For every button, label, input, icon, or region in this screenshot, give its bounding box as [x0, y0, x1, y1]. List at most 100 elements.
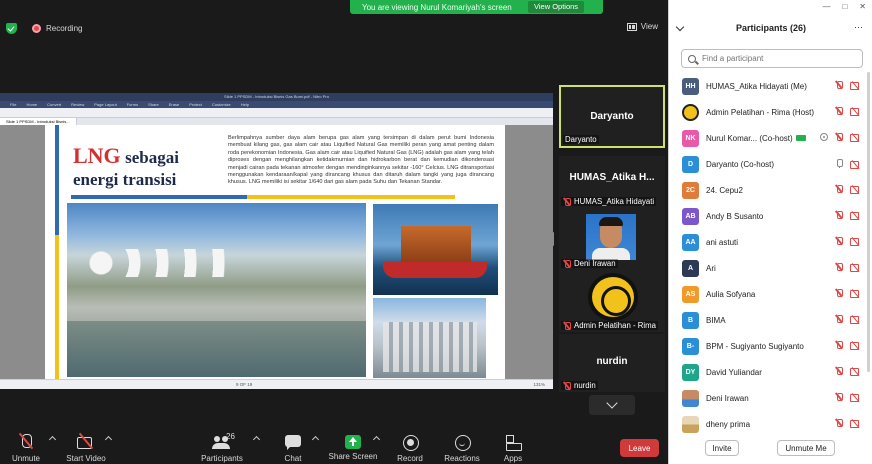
tile-label: Deni Irawan: [561, 259, 618, 268]
video-tile-humas[interactable]: HUMAS_Atika H... HUMAS_Atika Hidayati: [559, 156, 665, 208]
participant-status: [835, 211, 861, 220]
ship-hull: [383, 262, 487, 278]
apps-button[interactable]: Apps: [483, 433, 543, 463]
close-icon[interactable]: ✕: [859, 2, 866, 11]
participants-button[interactable]: 26 Participants: [192, 432, 252, 463]
participant-row[interactable]: Deni Irawan: [669, 385, 872, 411]
panel-footer: Invite Unmute Me: [669, 438, 872, 460]
participant-row[interactable]: AS Aulia Sofyana: [669, 281, 872, 307]
participant-name-text: BIMA: [706, 315, 726, 325]
organization-logo-icon: [588, 273, 638, 321]
video-off-icon: [850, 367, 861, 376]
participant-row[interactable]: DY David Yuliandar: [669, 359, 872, 385]
panel-resize-handle[interactable]: [551, 232, 554, 246]
recording-dot-icon: [32, 23, 41, 33]
video-off-icon: [850, 107, 861, 116]
participant-row[interactable]: Admin Pelatihan - Rima (Host): [669, 99, 872, 125]
participant-row[interactable]: NK Nurul Komar... (Co-host): [669, 125, 872, 151]
mic-muted-icon: [835, 133, 843, 141]
participant-row[interactable]: AA ani astuti: [669, 229, 872, 255]
document-tab: Slide 1 PPSDM - Introduksi Bisnis...: [0, 118, 77, 125]
participant-row[interactable]: AB Andy B Susanto: [669, 203, 872, 229]
participant-status: [835, 107, 861, 116]
participant-row[interactable]: A Ari: [669, 255, 872, 281]
menu-item: File: [10, 102, 17, 107]
slide-blue-rule: [71, 195, 247, 199]
unmute-me-button[interactable]: Unmute Me: [777, 440, 835, 456]
participant-name: Andy B Susanto: [706, 212, 763, 221]
participant-search[interactable]: [681, 49, 863, 68]
view-button[interactable]: View: [626, 22, 658, 31]
video-tile-nurdin[interactable]: nurdin nurdin: [559, 334, 665, 392]
search-icon: [688, 54, 696, 63]
menu-item: Protect: [189, 102, 202, 107]
participant-name-text: Daryanto (Co-host): [706, 159, 775, 169]
participant-name-text: BPM - Sugiyanto Sugiyanto: [706, 341, 804, 351]
menu-item: Erase: [168, 102, 180, 107]
security-shield-icon[interactable]: [6, 22, 17, 34]
mic-muted-icon: [835, 263, 843, 271]
participant-row[interactable]: B- BPM - Sugiyanto Sugiyanto: [669, 333, 872, 359]
leave-button[interactable]: Leave: [620, 439, 659, 457]
participant-name-text: Andy B Susanto: [706, 211, 764, 221]
mic-muted-icon: [835, 81, 843, 89]
invite-button[interactable]: Invite: [705, 440, 739, 456]
participant-status: [835, 263, 861, 272]
slide-yellow-bar: [55, 235, 59, 379]
participant-row[interactable]: B BIMA: [669, 307, 872, 333]
unmute-button[interactable]: Unmute: [0, 433, 56, 463]
participant-status: [835, 367, 861, 376]
search-input[interactable]: [702, 54, 852, 63]
participant-row[interactable]: D Daryanto (Co-host): [669, 151, 872, 177]
participant-status: [835, 159, 861, 169]
record-button[interactable]: Record: [380, 433, 440, 463]
video-off-icon: [850, 160, 861, 169]
participant-row[interactable]: 2C 24. Cepu2: [669, 177, 872, 203]
participant-row[interactable]: dheny prima: [669, 411, 872, 437]
participant-row[interactable]: HH HUMAS_Atika Hidayati (Me): [669, 73, 872, 99]
menu-item: Help: [240, 102, 250, 107]
tile-label: Daryanto: [563, 135, 599, 144]
harbor-water: [67, 321, 366, 377]
page-indicator: 9 OF 19: [236, 382, 253, 387]
avatar: B: [682, 311, 699, 329]
mic-muted-icon: [835, 289, 843, 297]
gallery-scroll-down-button[interactable]: [589, 395, 635, 415]
tile-label: nurdin: [561, 381, 598, 390]
unmute-label: Unmute: [11, 454, 40, 463]
viewing-banner-text: You are viewing Nurul Komariyah's screen: [362, 2, 512, 12]
participant-name-text: Admin Pelatihan - Rima (Host): [706, 107, 815, 117]
participant-status: [835, 185, 861, 194]
video-tile-admin[interactable]: Admin Pelatihan - Rima: [559, 270, 665, 332]
mic-muted-icon: [835, 367, 843, 375]
avatar: 2C: [682, 181, 699, 199]
chat-icon: [283, 433, 303, 451]
video-off-icon: [850, 419, 861, 428]
video-tile-deni[interactable]: Deni Irawan: [559, 208, 665, 270]
minimize-icon[interactable]: —: [822, 2, 830, 11]
slide-title-lng: LNG: [73, 143, 121, 168]
view-options-button[interactable]: View Options: [528, 1, 585, 13]
reactions-icon: [452, 433, 472, 451]
participant-name: BIMA: [706, 316, 726, 325]
document-area: LNG sebagai energi transisi Berlimpahnya…: [0, 125, 553, 379]
avatar: AB: [682, 207, 699, 225]
maximize-icon[interactable]: □: [842, 2, 847, 11]
slide-title: LNG sebagai energi transisi: [73, 145, 179, 191]
video-off-icon: [850, 341, 861, 350]
mic-muted-icon: [563, 381, 571, 390]
shared-screen[interactable]: Slide 1 PPSDM - Introduksi Bisnis Gas Bu…: [0, 93, 553, 389]
avatar: [586, 214, 636, 260]
avatar: B-: [682, 337, 699, 355]
tile-label-text: nurdin: [574, 381, 596, 390]
video-tile-daryanto[interactable]: Daryanto Daryanto: [559, 85, 665, 148]
participants-caret[interactable]: [252, 435, 261, 444]
participant-name-text: Nurul Komar... (Co-host): [706, 133, 793, 143]
mic-muted-icon: [835, 237, 843, 245]
more-options-icon[interactable]: ⋯: [854, 22, 863, 33]
tile-label-text: Admin Pelatihan - Rima: [574, 321, 656, 330]
offshore-rig-photo: [373, 204, 498, 295]
participant-status: [835, 315, 861, 324]
tile-label-text: Daryanto: [565, 135, 597, 144]
tile-label-text: HUMAS_Atika Hidayati: [574, 197, 655, 206]
